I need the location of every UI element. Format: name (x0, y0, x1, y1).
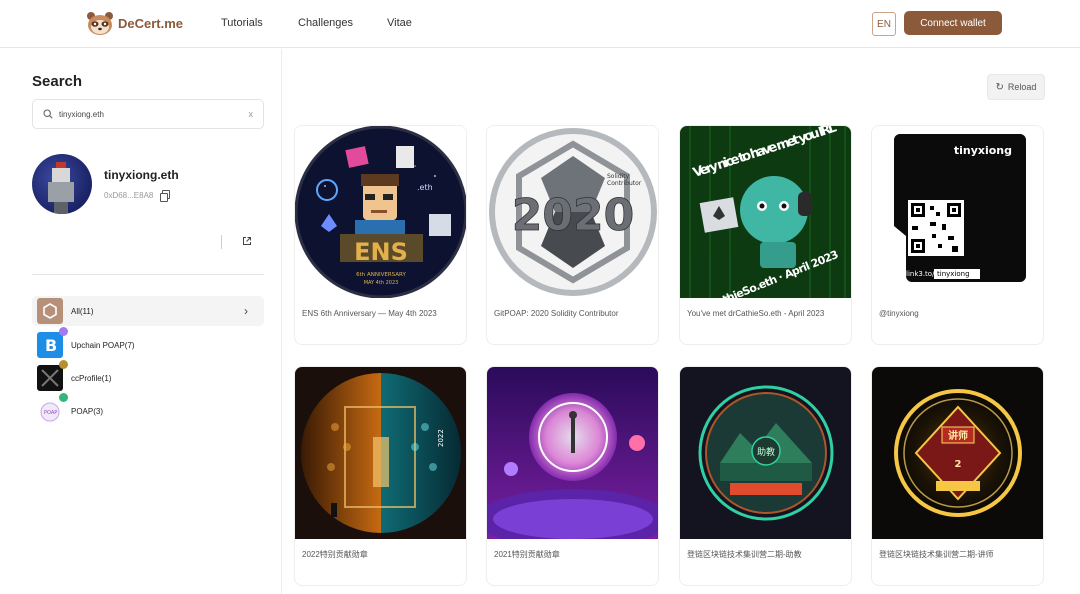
badge-image-drcathieso: Very nice to have met you IRL drCathieSo… (680, 126, 851, 298)
category-ccprofile[interactable]: ccProfile(1) (32, 360, 264, 393)
art-text: tinyxiong (954, 144, 1012, 157)
art-text: 助教 (757, 446, 775, 458)
art-text: Contributor (607, 180, 642, 187)
category-label: POAP(3) (71, 406, 104, 416)
nav-tutorials[interactable]: Tutorials (221, 17, 263, 29)
top-navigation-bar: DeCert.me Tutorials Challenges Vitae EN … (0, 0, 1080, 48)
divider (221, 235, 222, 249)
badge-card[interactable]: 2021特别贡献勋章 (486, 366, 659, 586)
badge-image-lecturer: 讲师 2 (872, 367, 1043, 539)
badge-card[interactable]: ENS 6th ANNIVERSARY MAY 4th 2023 .eth EN… (294, 125, 467, 345)
reload-button[interactable]: ↻ Reload (987, 74, 1045, 100)
badge-image-assistant: 助教 (680, 367, 851, 539)
art-text: 2 (955, 459, 962, 470)
badge-caption: 登链区块链技术集训营二期-讲师 (879, 550, 994, 559)
badge-card[interactable]: 2020 Solidity Contributor GitPOAP: 2020 … (486, 125, 659, 345)
svg-text:B: B (45, 336, 57, 355)
badge-image-2022: 2022 (295, 367, 466, 539)
badge-caption: GitPOAP: 2020 Solidity Contributor (494, 309, 619, 318)
category-all[interactable]: All(11) › (32, 296, 264, 326)
share-icon[interactable] (242, 236, 252, 246)
upchain-logo-icon: B (37, 327, 68, 358)
connect-wallet-button[interactable]: Connect wallet (904, 11, 1002, 35)
badge-card[interactable]: Very nice to have met you IRL drCathieSo… (679, 125, 852, 345)
badge-caption: 2022特别贡献勋章 (302, 550, 368, 559)
art-text: 2020 (512, 190, 634, 241)
art-text: MAY 4th 2023 (364, 280, 399, 286)
all-badges-icon (37, 298, 63, 324)
reload-icon: ↻ (995, 81, 1004, 93)
art-text: 2022 (437, 429, 445, 447)
avatar (32, 154, 92, 214)
reload-label: Reload (1007, 82, 1037, 92)
badge-image-ens: ENS 6th ANNIVERSARY MAY 4th 2023 .eth (295, 126, 466, 298)
chevron-right-icon: › (244, 304, 248, 318)
art-text: 讲师 (948, 429, 968, 442)
raccoon-logo-icon (86, 10, 114, 36)
copy-icon[interactable] (160, 190, 170, 202)
poap-logo-icon: POAP (37, 393, 68, 424)
ccprofile-logo-icon (37, 360, 68, 391)
art-text: link3.to/ (906, 270, 935, 278)
badge-card[interactable]: 助教 登链区块链技术集训营二期-助教 (679, 366, 852, 586)
badge-caption: @tinyxiong (879, 309, 919, 318)
badge-caption: 2021特别贡献勋章 (494, 550, 560, 559)
badge-caption: ENS 6th Anniversary — May 4th 2023 (302, 309, 437, 318)
search-value: tinyxiong.eth (59, 109, 104, 119)
sidebar: Search tinyxiong.eth x tinyxiong.eth 0xD… (0, 49, 282, 594)
logo[interactable]: DeCert.me (86, 10, 183, 36)
art-text: ENS (354, 238, 408, 266)
language-button[interactable]: EN (872, 12, 896, 36)
badge-image-2021 (487, 367, 658, 539)
search-input[interactable]: tinyxiong.eth x (32, 99, 264, 129)
category-label: ccProfile(1) (71, 373, 112, 383)
badge-card[interactable]: 2022 2022特别贡献勋章 (294, 366, 467, 586)
badge-image-link3: tinyxiong link3.to/ tinyxiong (872, 126, 1043, 298)
svg-text:POAP: POAP (44, 410, 57, 416)
divider (32, 274, 264, 275)
category-label: Upchain POAP(7) (71, 340, 135, 350)
badge-image-gitpoap: 2020 Solidity Contributor (487, 126, 658, 298)
sidebar-title: Search (32, 73, 83, 90)
badge-card[interactable]: 讲师 2 登链区块链技术集训营二期-讲师 (871, 366, 1044, 586)
wallet-address: 0xD68...E8A8 (104, 191, 154, 200)
category-upchain-poap[interactable]: B Upchain POAP(7) (32, 327, 264, 360)
svg-text:.eth: .eth (417, 183, 433, 192)
art-text: tinyxiong (937, 270, 970, 278)
category-label: All(11) (71, 306, 94, 316)
badge-card[interactable]: tinyxiong link3.to/ tinyxiong @tinyxiong (871, 125, 1044, 345)
clear-search-icon[interactable]: x (249, 109, 254, 119)
art-text: 6th ANNIVERSARY (356, 272, 406, 278)
badge-caption: You've met drCathieSo.eth - April 2023 (687, 309, 825, 318)
art-text: Solidity (607, 173, 630, 180)
nav-challenges[interactable]: Challenges (298, 17, 353, 29)
badge-caption: 登链区块链技术集训营二期-助教 (687, 550, 802, 559)
search-icon (43, 109, 53, 119)
user-name: tinyxiong.eth (104, 168, 179, 182)
logo-text: DeCert.me (118, 15, 184, 31)
category-poap[interactable]: POAP POAP(3) (32, 393, 264, 426)
nav-vitae[interactable]: Vitae (387, 17, 412, 29)
